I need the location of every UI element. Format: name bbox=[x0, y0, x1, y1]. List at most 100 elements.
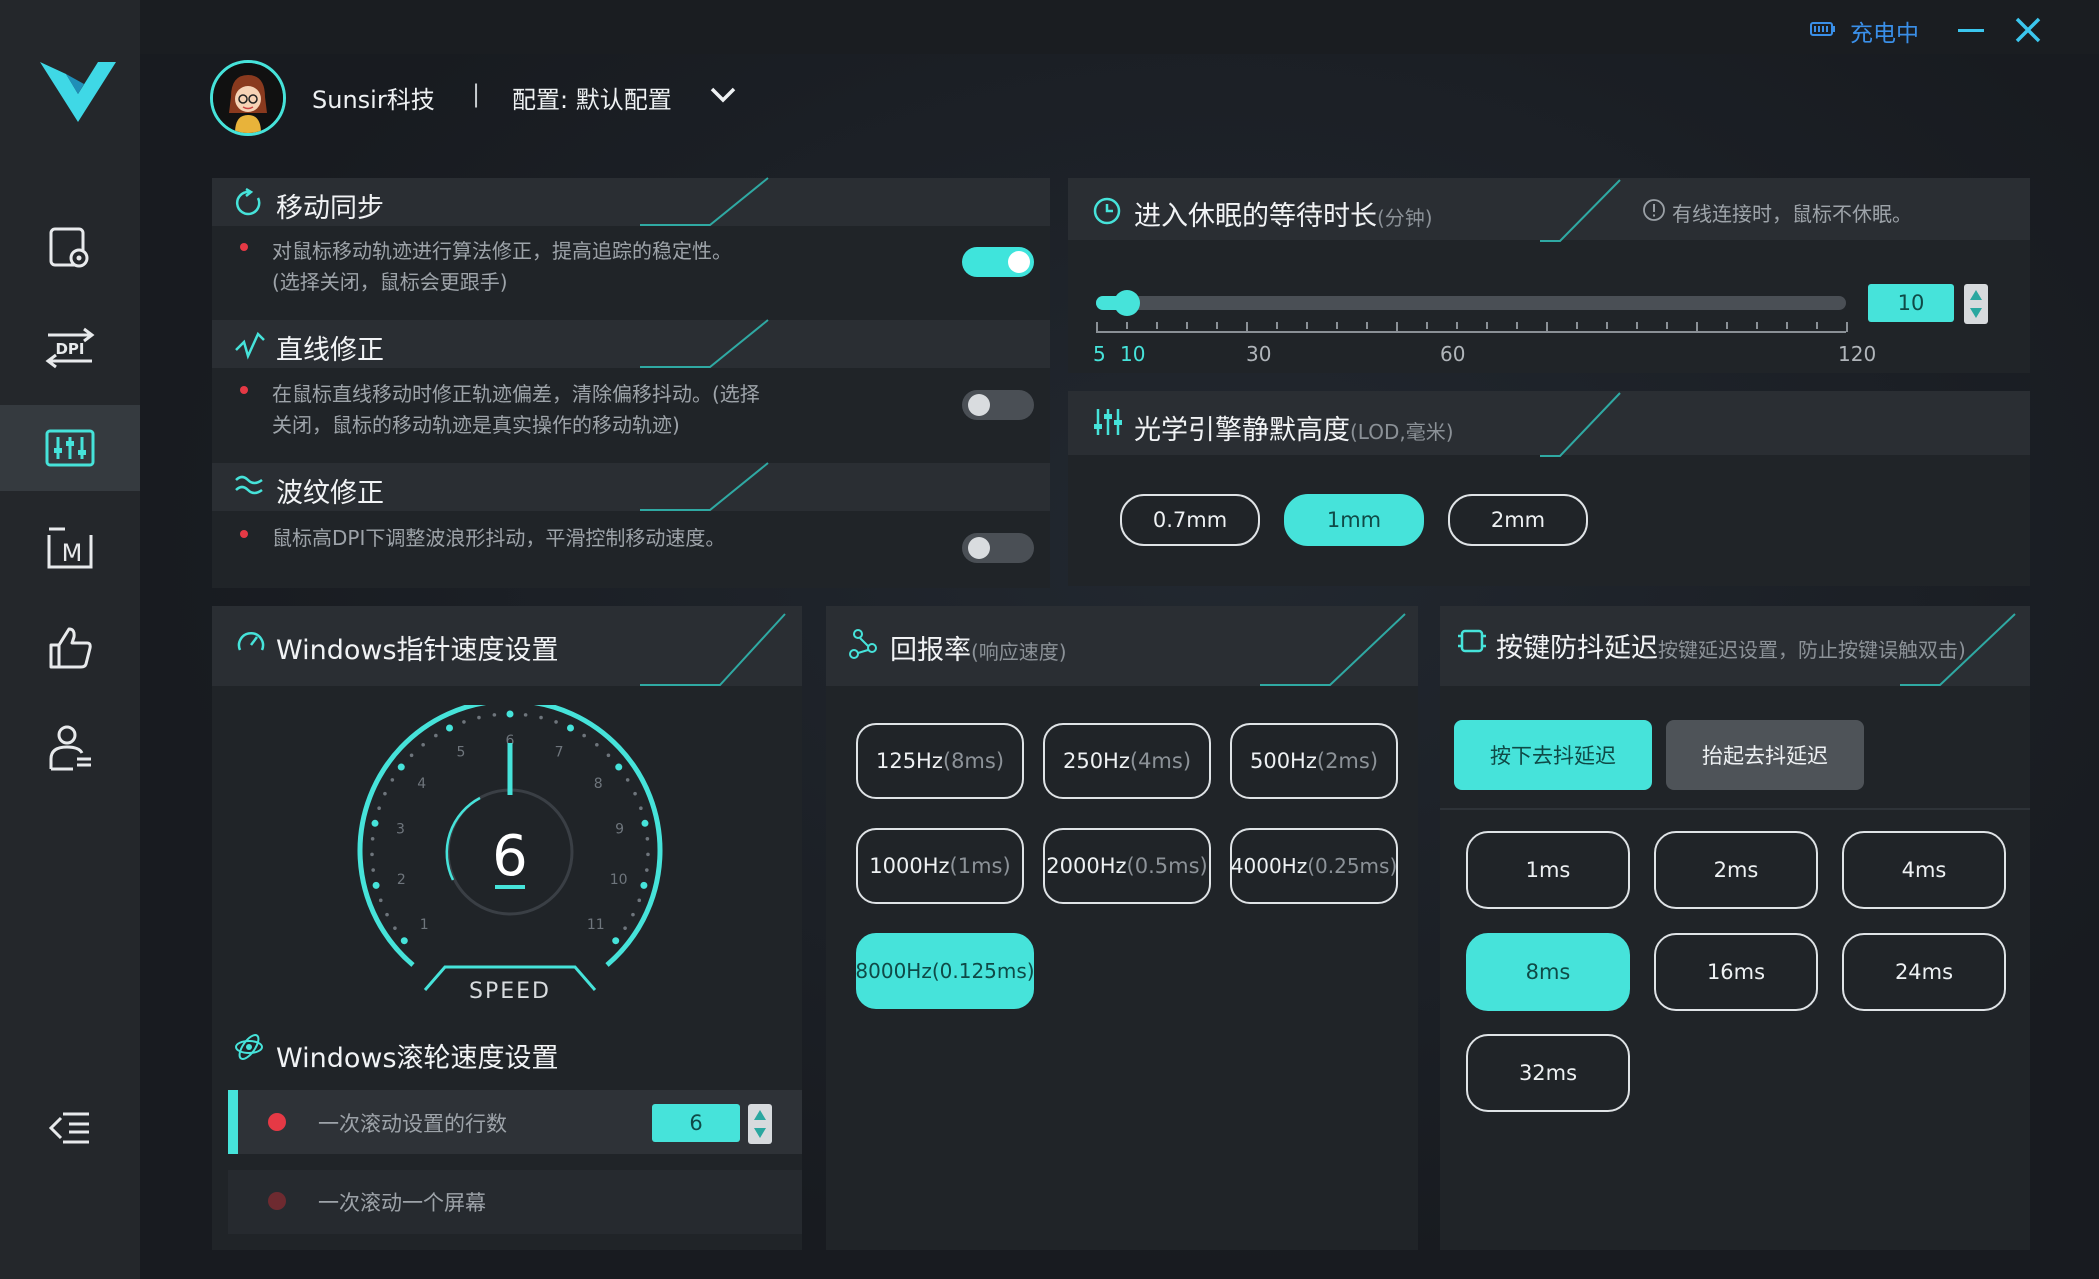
svg-text:DPI: DPI bbox=[55, 340, 84, 358]
gauge-tick bbox=[409, 753, 414, 758]
gauge-tick bbox=[446, 724, 454, 732]
sleep-value-input[interactable]: 10 bbox=[1868, 284, 1954, 322]
slider-tick bbox=[1786, 322, 1788, 329]
polling-option-sub: (8ms) bbox=[942, 749, 1005, 773]
gauge-number: 8 bbox=[594, 776, 603, 792]
wave-icon bbox=[235, 475, 263, 495]
sidebar-item-feedback[interactable] bbox=[0, 605, 140, 691]
sleep-stepper[interactable] bbox=[1964, 284, 1988, 324]
gauge-number: 11 bbox=[587, 917, 605, 933]
polling-option-main: 500Hz bbox=[1249, 749, 1317, 773]
slider-tick bbox=[1606, 322, 1608, 329]
lod-unit: (LOD,毫米) bbox=[1350, 420, 1454, 444]
tab-press-debounce[interactable]: 按下去抖延迟 bbox=[1454, 720, 1652, 790]
slider-tick bbox=[1726, 322, 1728, 329]
polling-option-main: 8000Hz bbox=[855, 959, 932, 983]
lod-option-0.7mm[interactable]: 0.7mm bbox=[1120, 494, 1260, 546]
selected-indicator bbox=[228, 1090, 238, 1154]
debounce-option-32ms[interactable]: 32ms bbox=[1466, 1034, 1630, 1112]
sidebar: DPI M bbox=[0, 0, 140, 1279]
gauge-tick bbox=[641, 819, 649, 827]
minimize-button[interactable] bbox=[1958, 29, 1984, 32]
debounce-option-4ms[interactable]: 4ms bbox=[1842, 831, 2006, 909]
gauge-tick bbox=[462, 720, 466, 724]
polling-title-text: 回报率 bbox=[890, 635, 971, 666]
sidebar-item-dpi[interactable]: DPI bbox=[0, 305, 140, 391]
header-accent-line bbox=[1260, 613, 1406, 686]
polling-option-8000hz[interactable]: 8000Hz (0.125ms) bbox=[855, 933, 1035, 1009]
polling-option-main: 4000Hz bbox=[1230, 854, 1308, 878]
polling-option-4000hz[interactable]: 4000Hz (0.25ms) bbox=[1230, 828, 1398, 904]
gauge-tick bbox=[397, 763, 405, 771]
lod-option-2mm[interactable]: 2mm bbox=[1448, 494, 1588, 546]
polling-option-sub: (2ms) bbox=[1316, 749, 1379, 773]
gauge-tick bbox=[383, 791, 387, 796]
scroll-lines-stepper[interactable] bbox=[748, 1104, 772, 1144]
gauge-tick bbox=[390, 778, 395, 782]
gauge-tick bbox=[637, 898, 642, 903]
motion-sync-toggle[interactable] bbox=[962, 247, 1034, 277]
signal-icon bbox=[849, 629, 877, 659]
debounce-option-2ms[interactable]: 2ms bbox=[1654, 831, 1818, 909]
sidebar-item-account[interactable] bbox=[0, 705, 140, 791]
polling-option-125hz[interactable]: 125Hz (8ms) bbox=[856, 723, 1024, 799]
lod-option-1mm[interactable]: 1mm bbox=[1284, 494, 1424, 546]
debounce-option-8ms[interactable]: 8ms bbox=[1466, 933, 1630, 1011]
polling-option-1000hz[interactable]: 1000Hz (1ms) bbox=[856, 828, 1024, 904]
tick-label-5: 5 bbox=[1093, 342, 1106, 366]
gauge-number: 5 bbox=[456, 744, 465, 760]
gauge-tick bbox=[646, 852, 650, 857]
dpi-icon: DPI bbox=[45, 327, 95, 369]
polling-rate-title: 回报率(响应速度) bbox=[890, 628, 1067, 667]
line-correction-toggle[interactable] bbox=[962, 390, 1034, 420]
equalizer-icon bbox=[45, 429, 95, 467]
sidebar-item-macro[interactable]: M bbox=[0, 505, 140, 591]
avatar[interactable] bbox=[210, 60, 286, 136]
slider-tick bbox=[1366, 322, 1368, 329]
slider-tick bbox=[1126, 322, 1128, 329]
collapse-menu-button[interactable] bbox=[0, 1085, 140, 1171]
info-icon bbox=[1643, 199, 1665, 221]
polling-option-sub: (0.125ms) bbox=[931, 959, 1035, 983]
scroll-lines-input[interactable]: 6 bbox=[652, 1104, 740, 1142]
slider-tick bbox=[1756, 322, 1758, 329]
polling-option-250hz[interactable]: 250Hz (4ms) bbox=[1043, 723, 1211, 799]
gauge-value: 6 bbox=[492, 824, 528, 889]
slider-tick bbox=[1516, 322, 1518, 329]
gauge-tick bbox=[434, 733, 438, 738]
scroll-screen-label: 一次滚动一个屏幕 bbox=[318, 1191, 486, 1215]
chevron-down-icon[interactable] bbox=[708, 84, 738, 106]
gauge-number: 9 bbox=[615, 822, 624, 838]
sleep-slider-track[interactable] bbox=[1096, 296, 1846, 310]
gauge-tick bbox=[477, 715, 481, 720]
tab-release-debounce[interactable]: 抬起去抖延迟 bbox=[1666, 720, 1864, 790]
svg-text:M: M bbox=[62, 539, 83, 567]
debounce-option-24ms[interactable]: 24ms bbox=[1842, 933, 2006, 1011]
config-selector-label[interactable]: 配置: 默认配置 bbox=[512, 80, 672, 115]
polling-rate-panel bbox=[826, 606, 1418, 1250]
gauge-tick bbox=[582, 733, 586, 738]
ripple-correction-toggle[interactable] bbox=[962, 533, 1034, 563]
polling-option-500hz[interactable]: 500Hz (2ms) bbox=[1230, 723, 1398, 799]
sidebar-item-equalizer[interactable] bbox=[0, 405, 140, 491]
close-button[interactable] bbox=[2014, 16, 2042, 44]
sleep-slider-handle[interactable] bbox=[1114, 290, 1140, 316]
gauge-tick bbox=[370, 836, 375, 841]
debounce-option-1ms[interactable]: 1ms bbox=[1466, 831, 1630, 909]
sidebar-item-device-settings[interactable] bbox=[0, 205, 140, 291]
radio-unselected[interactable] bbox=[268, 1192, 286, 1210]
debounce-option-16ms[interactable]: 16ms bbox=[1654, 933, 1818, 1011]
gauge-number: 4 bbox=[417, 776, 426, 792]
gauge-tick bbox=[612, 937, 620, 945]
motion-sync-title: 移动同步 bbox=[276, 193, 384, 224]
gauge-tick bbox=[625, 778, 630, 782]
speed-gauge[interactable]: 1234567891011 6 SPEED bbox=[345, 705, 675, 1005]
gauge-tick bbox=[372, 881, 380, 889]
slider-tick bbox=[1816, 322, 1818, 329]
header-accent-line bbox=[1900, 613, 2016, 686]
gauge-tick bbox=[606, 753, 611, 758]
slider-tick bbox=[1456, 322, 1458, 329]
polling-option-2000hz[interactable]: 2000Hz (0.5ms) bbox=[1043, 828, 1211, 904]
radio-selected[interactable] bbox=[268, 1113, 286, 1131]
scroll-option-screen[interactable] bbox=[228, 1170, 802, 1234]
